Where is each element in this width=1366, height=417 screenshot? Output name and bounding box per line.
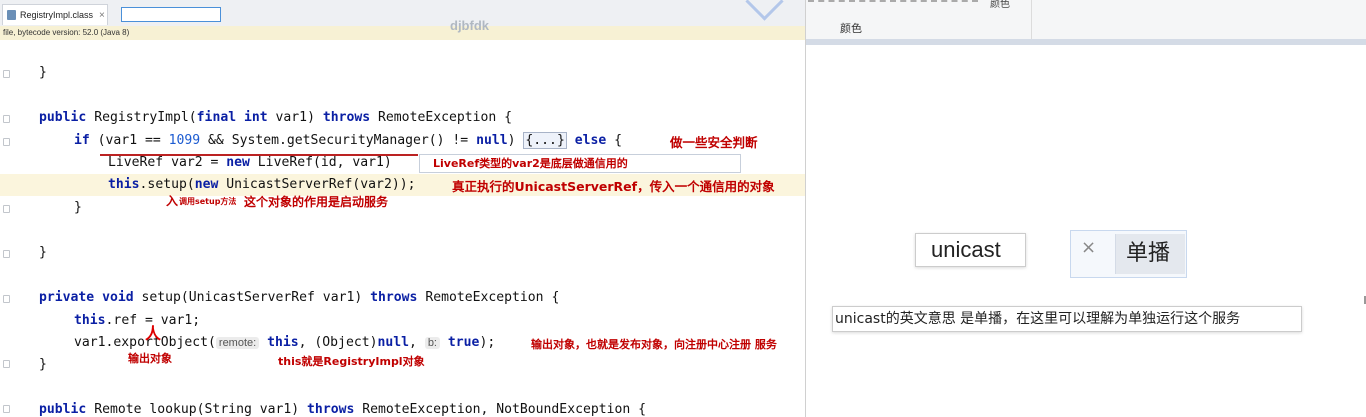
fold-marker[interactable] [3,205,10,213]
arrow-mark: 人 [145,324,162,343]
fold-marker[interactable] [3,138,10,146]
tab-search-input[interactable] [121,7,221,22]
annotation-liveref: LiveRef类型的var2是底层做通信用的 [433,157,628,170]
param-hint: b: [424,337,440,349]
fold-marker[interactable] [3,115,10,123]
code-editor-pane: RegistryImpl.class × file, bytecode vers… [0,0,805,417]
fold-marker[interactable] [3,295,10,303]
code-line[interactable]: private void setup(UnicastServerRef var1… [39,290,559,306]
code-line[interactable]: public RegistryImpl(final int var1) thro… [39,110,512,126]
code-line[interactable]: var1.exportObject(remote: this, (Object)… [74,335,495,351]
code-line[interactable]: this.ref = var1; [74,313,200,329]
translation-result: 单播 [1115,234,1185,274]
toolbar-bottom-border [806,39,1366,45]
fold-marker[interactable] [3,70,10,78]
note-text-box: unicast的英文意思 是单播，在这里可以理解为单独运行这个服务 [832,306,1302,332]
watermark: djbfdk [450,18,489,33]
arrow-mark: 入 [166,194,179,208]
fold-marker[interactable] [3,360,10,368]
close-icon[interactable]: × [99,10,105,21]
toolbar-top-label: 颜色 [990,0,1010,10]
tab-registryimpl-class[interactable]: RegistryImpl.class × [2,4,108,25]
code-line[interactable]: this.setup(new UnicastServerRef(var2)); [108,177,415,193]
code-line[interactable]: } [74,200,82,216]
param-hint: remote: [215,337,260,349]
class-file-icon [7,10,16,20]
code-line[interactable]: if (var1 == 1099 && System.getSecurityMa… [74,132,622,149]
annotation-start-service: 这个对象的作用是启动服务 [244,195,389,209]
annotation-this-is: this就是RegistryImpl对象 [278,355,425,368]
decompiled-info-bar: file, bytecode version: 52.0 (Java 8) [0,26,805,40]
annotation-publish: 输出对象，也就是发布对象，向注册中心注册 服务 [531,338,777,351]
annotation-security: 做一些安全判断 [670,135,758,150]
source-word-field[interactable]: unicast [915,233,1026,267]
tab-label: RegistryImpl.class [20,10,94,20]
editor-tab-bar: RegistryImpl.class × [0,0,805,27]
toolbar-divider [808,0,978,5]
code-line[interactable]: public Remote lookup(String var1) throws… [39,402,646,417]
clear-icon[interactable]: × [1081,237,1096,258]
code-line[interactable]: LiveRef var2 = new LiveRef(id, var1) [108,155,392,171]
fold-marker[interactable] [3,405,10,413]
annotation-unicast: 真正执行的UnicastServerRef，传入一个通信用的对象 [452,179,775,194]
fold-marker[interactable] [3,250,10,258]
folded-block[interactable]: {...} [523,132,567,149]
annotation-call-setup: 调用setup方法 [179,197,237,206]
code-line[interactable]: } [39,357,47,373]
color-button[interactable]: 颜色 [840,20,862,36]
code-line[interactable]: } [39,65,47,81]
translator-pane: 颜色 颜色 unicast × 单播 unicast的英文意思 是单播，在这里可… [745,0,1366,417]
code-line[interactable]: } [39,245,47,261]
editor-gutter [0,40,18,417]
translation-box: × 单播 [1070,230,1187,278]
translator-toolbar: 颜色 颜色 [806,0,1366,39]
annotation-output-object: 输出对象 [128,352,172,365]
toolbar-separator [1031,0,1032,39]
